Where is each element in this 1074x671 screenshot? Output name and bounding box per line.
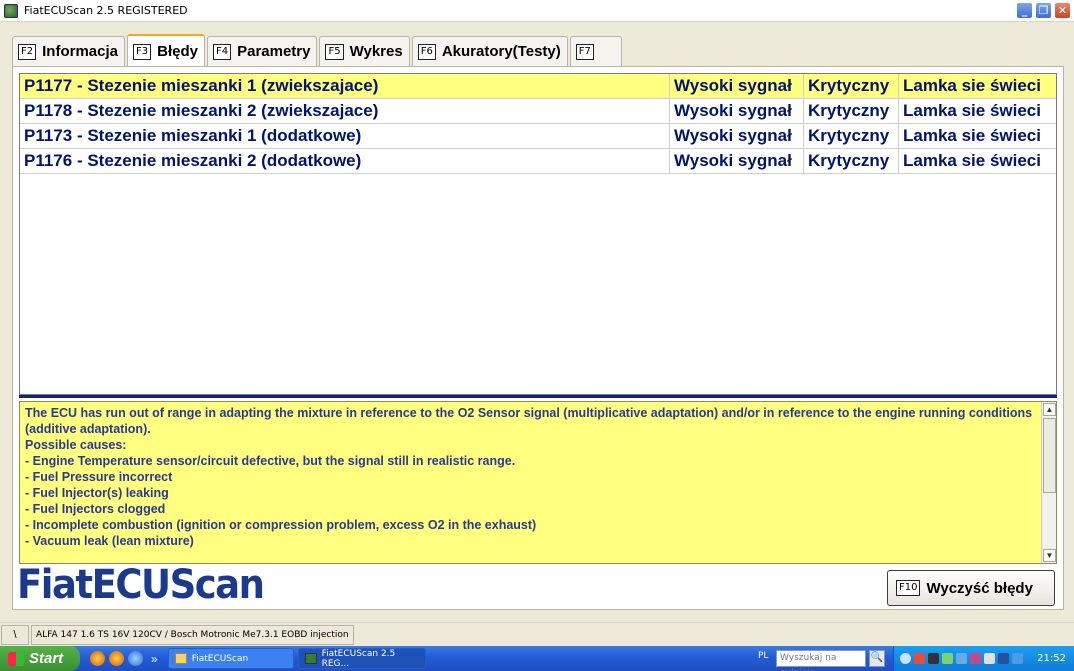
- tab-label: Wykres: [349, 43, 403, 60]
- fault-list[interactable]: P1177 - Stezenie mieszanki 1 (zwiekszaja…: [19, 73, 1057, 395]
- fault-severity: Krytyczny: [804, 124, 899, 148]
- status-indicator: \: [1, 624, 29, 645]
- scroll-thumb[interactable]: [1043, 418, 1056, 493]
- more-chevron-icon[interactable]: »: [151, 652, 158, 666]
- tray-icon[interactable]: [984, 653, 995, 664]
- tab-akuratory[interactable]: F6 Akuratory(Testy): [411, 36, 568, 66]
- start-button[interactable]: Start: [0, 646, 80, 671]
- tab-bledy[interactable]: F3 Błędy: [126, 34, 205, 67]
- splitter[interactable]: [19, 395, 1057, 398]
- main-panel: P1177 - Stezenie mieszanki 1 (zwiekszaja…: [12, 66, 1064, 610]
- tab-f7[interactable]: F7: [569, 36, 622, 66]
- tab-wykres[interactable]: F5 Wykres: [319, 36, 410, 66]
- search-icon[interactable]: 🔍: [869, 650, 885, 667]
- media-icon[interactable]: [128, 651, 143, 666]
- tray-icon[interactable]: [1012, 653, 1023, 664]
- scroll-down-icon[interactable]: ▼: [1043, 549, 1056, 562]
- tray-icon[interactable]: [900, 653, 911, 664]
- tab-key: F3: [132, 43, 152, 60]
- button-key: F10: [896, 580, 921, 596]
- vehicle-info: ALFA 147 1.6 TS 16V 120CV / Bosch Motron…: [31, 624, 354, 645]
- tab-label: Błędy: [157, 43, 198, 60]
- tray-icon[interactable]: [942, 653, 953, 664]
- tab-key: F2: [18, 43, 37, 60]
- fault-description[interactable]: The ECU has run out of range in adapting…: [19, 401, 1057, 564]
- taskbar: Start » FiatECUScan FiatECUScan 2.5 REG.…: [0, 646, 1074, 671]
- clear-faults-button[interactable]: F10 Wyczyść błędy: [887, 570, 1055, 606]
- table-row[interactable]: P1173 - Stezenie mieszanki 1 (dodatkowe)…: [20, 124, 1056, 149]
- desktop-search-input[interactable]: Wyszukaj na pulpicie: [776, 650, 866, 671]
- clock: 21:52: [1037, 653, 1066, 664]
- fault-code: P1177 - Stezenie mieszanki 1 (zwiekszaja…: [20, 74, 670, 98]
- button-label: Wyczyść błędy: [926, 579, 1033, 597]
- fault-signal: Wysoki sygnał: [670, 149, 804, 173]
- tray-icon[interactable]: [914, 653, 925, 664]
- task-label: FiatECUScan 2.5 REG...: [321, 648, 396, 669]
- tray-icon[interactable]: [970, 653, 981, 664]
- restore-button[interactable]: ❐: [1035, 2, 1052, 19]
- start-label: Start: [29, 650, 64, 667]
- fault-signal: Wysoki sygnał: [670, 124, 804, 148]
- fault-severity: Krytyczny: [804, 99, 899, 123]
- tab-label: Parametry: [237, 43, 311, 60]
- tray-icon[interactable]: [928, 653, 939, 664]
- app-icon: [304, 653, 317, 664]
- tab-key: F4: [212, 43, 232, 60]
- tab-label: Informacja: [42, 43, 118, 60]
- fault-code: P1173 - Stezenie mieszanki 1 (dodatkowe): [20, 124, 670, 148]
- taskbar-item-folder[interactable]: FiatECUScan: [167, 648, 294, 669]
- fault-code: P1176 - Stezenie mieszanki 2 (dodatkowe): [20, 149, 670, 173]
- fault-lamp: Lamka sie świeci: [903, 151, 1041, 170]
- window-controls: _ ❐ ✕: [1016, 2, 1071, 19]
- description-scrollbar[interactable]: ▲ ▼: [1041, 402, 1056, 563]
- sun-icon[interactable]: [109, 651, 124, 666]
- fault-severity: Krytyczny: [804, 149, 899, 173]
- tray-icon[interactable]: [998, 653, 1009, 664]
- app-logo: FiatECUScan: [17, 561, 265, 608]
- fault-signal: Wysoki sygnał: [670, 99, 804, 123]
- fault-signal: Wysoki sygnał: [670, 74, 804, 98]
- folder-icon: [174, 653, 187, 664]
- quick-launch: »: [90, 651, 158, 666]
- language-indicator[interactable]: PL: [758, 651, 768, 661]
- fault-lamp: Lamka sie świeci: [903, 126, 1041, 145]
- fault-lamp: Lamka sie świeci: [903, 101, 1041, 120]
- description-text: The ECU has run out of range in adapting…: [25, 406, 1033, 548]
- tab-parametry[interactable]: F4 Parametry: [206, 36, 318, 66]
- minimize-button[interactable]: _: [1016, 2, 1033, 19]
- table-row[interactable]: P1177 - Stezenie mieszanki 1 (zwiekszaja…: [20, 74, 1056, 99]
- window-title: FiatECUScan 2.5 REGISTERED: [24, 4, 188, 17]
- table-row[interactable]: P1178 - Stezenie mieszanki 2 (zwiekszaja…: [20, 99, 1056, 124]
- tab-key: F7: [575, 43, 594, 60]
- scroll-up-icon[interactable]: ▲: [1043, 403, 1056, 416]
- app-icon: [4, 3, 18, 18]
- system-tray: 21:52: [893, 646, 1074, 671]
- network-icon[interactable]: [956, 653, 967, 664]
- windows-logo-icon: [8, 651, 24, 666]
- tab-key: F6: [417, 43, 436, 60]
- fault-lamp: Lamka sie świeci: [903, 76, 1041, 95]
- taskbar-item-app[interactable]: FiatECUScan 2.5 REG...: [297, 648, 426, 669]
- task-label: FiatECUScan: [191, 653, 249, 664]
- tab-label: Akuratory(Testy): [441, 43, 561, 60]
- title-bar: FiatECUScan 2.5 REGISTERED _ ❐ ✕: [0, 0, 1074, 22]
- status-bar: \ ALFA 147 1.6 TS 16V 120CV / Bosch Motr…: [0, 622, 1074, 646]
- table-row[interactable]: P1176 - Stezenie mieszanki 2 (dodatkowe)…: [20, 149, 1056, 174]
- tab-key: F5: [325, 43, 344, 60]
- tab-bar: F2 Informacja F3 Błędy F4 Parametry F5 W…: [12, 34, 624, 67]
- fault-severity: Krytyczny: [804, 74, 899, 98]
- tab-informacja[interactable]: F2 Informacja: [12, 36, 125, 66]
- close-button[interactable]: ✕: [1054, 2, 1071, 19]
- browser-icon[interactable]: [90, 651, 105, 666]
- fault-code: P1178 - Stezenie mieszanki 2 (zwiekszaja…: [20, 99, 670, 123]
